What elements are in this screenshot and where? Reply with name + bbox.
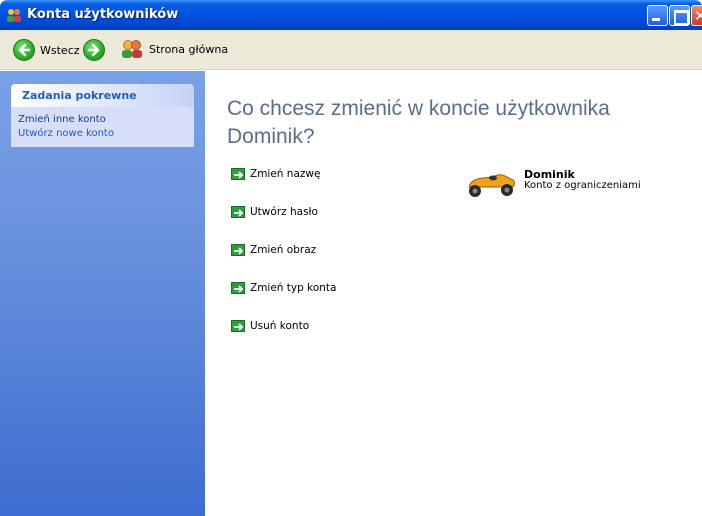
race-car-icon bbox=[468, 174, 515, 197]
green-arrow-icon bbox=[231, 168, 245, 180]
account-actions-list: Zmień nazwę Utwórz hasło Zmień obraz Zmi… bbox=[231, 167, 336, 357]
change-name-action[interactable]: Zmień nazwę bbox=[231, 167, 336, 181]
change-picture-action[interactable]: Zmień obraz bbox=[231, 243, 336, 257]
related-tasks-list: Zmień inne konto Utwórz nowe konto bbox=[11, 107, 194, 147]
users-app-icon bbox=[7, 9, 21, 22]
page-heading: Co chcesz zmienić w koncie użytkownika D… bbox=[227, 97, 610, 148]
main-content: Co chcesz zmienić w koncie użytkownika D… bbox=[205, 71, 702, 516]
delete-account-action[interactable]: Usuń konto bbox=[231, 319, 336, 333]
change-other-account-link[interactable]: Zmień inne konto bbox=[18, 113, 194, 127]
related-tasks-panel: Zadania pokrewne Zmień inne konto Utwórz… bbox=[11, 84, 194, 147]
action-label: Usuń konto bbox=[250, 320, 310, 332]
title-bar: Konta użytkowników bbox=[0, 0, 702, 30]
green-arrow-icon bbox=[231, 282, 245, 294]
account-type-label: Konto z ograniczeniami bbox=[524, 180, 641, 191]
related-tasks-title: Zadania pokrewne bbox=[11, 84, 194, 107]
action-label: Zmień typ konta bbox=[250, 282, 337, 294]
change-account-type-action[interactable]: Zmień typ konta bbox=[231, 281, 336, 295]
close-button[interactable] bbox=[691, 5, 702, 26]
green-arrow-icon bbox=[231, 206, 245, 218]
forward-arrow-icon bbox=[83, 39, 105, 61]
forward-button[interactable] bbox=[83, 39, 105, 61]
back-arrow-icon bbox=[13, 39, 35, 61]
action-label: Zmień nazwę bbox=[250, 168, 321, 180]
maximize-button[interactable] bbox=[669, 5, 690, 26]
minimize-button[interactable] bbox=[647, 5, 668, 26]
back-label: Wstecz bbox=[40, 43, 80, 57]
green-arrow-icon bbox=[231, 320, 245, 332]
action-label: Utwórz hasło bbox=[250, 206, 318, 218]
back-button[interactable]: Wstecz bbox=[13, 39, 80, 61]
home-label: Strona główna bbox=[149, 42, 229, 56]
users-home-icon bbox=[122, 40, 142, 58]
navigation-toolbar: Wstecz Strona główna bbox=[0, 30, 702, 70]
window-title: Konta użytkowników bbox=[27, 7, 179, 22]
sidebar: Zadania pokrewne Zmień inne konto Utwórz… bbox=[0, 71, 205, 516]
create-password-action[interactable]: Utwórz hasło bbox=[231, 205, 336, 219]
green-arrow-icon bbox=[231, 244, 245, 256]
action-label: Zmień obraz bbox=[250, 244, 317, 256]
home-button[interactable]: Strona główna bbox=[120, 39, 228, 59]
create-new-account-link[interactable]: Utwórz nowe konto bbox=[18, 127, 194, 141]
